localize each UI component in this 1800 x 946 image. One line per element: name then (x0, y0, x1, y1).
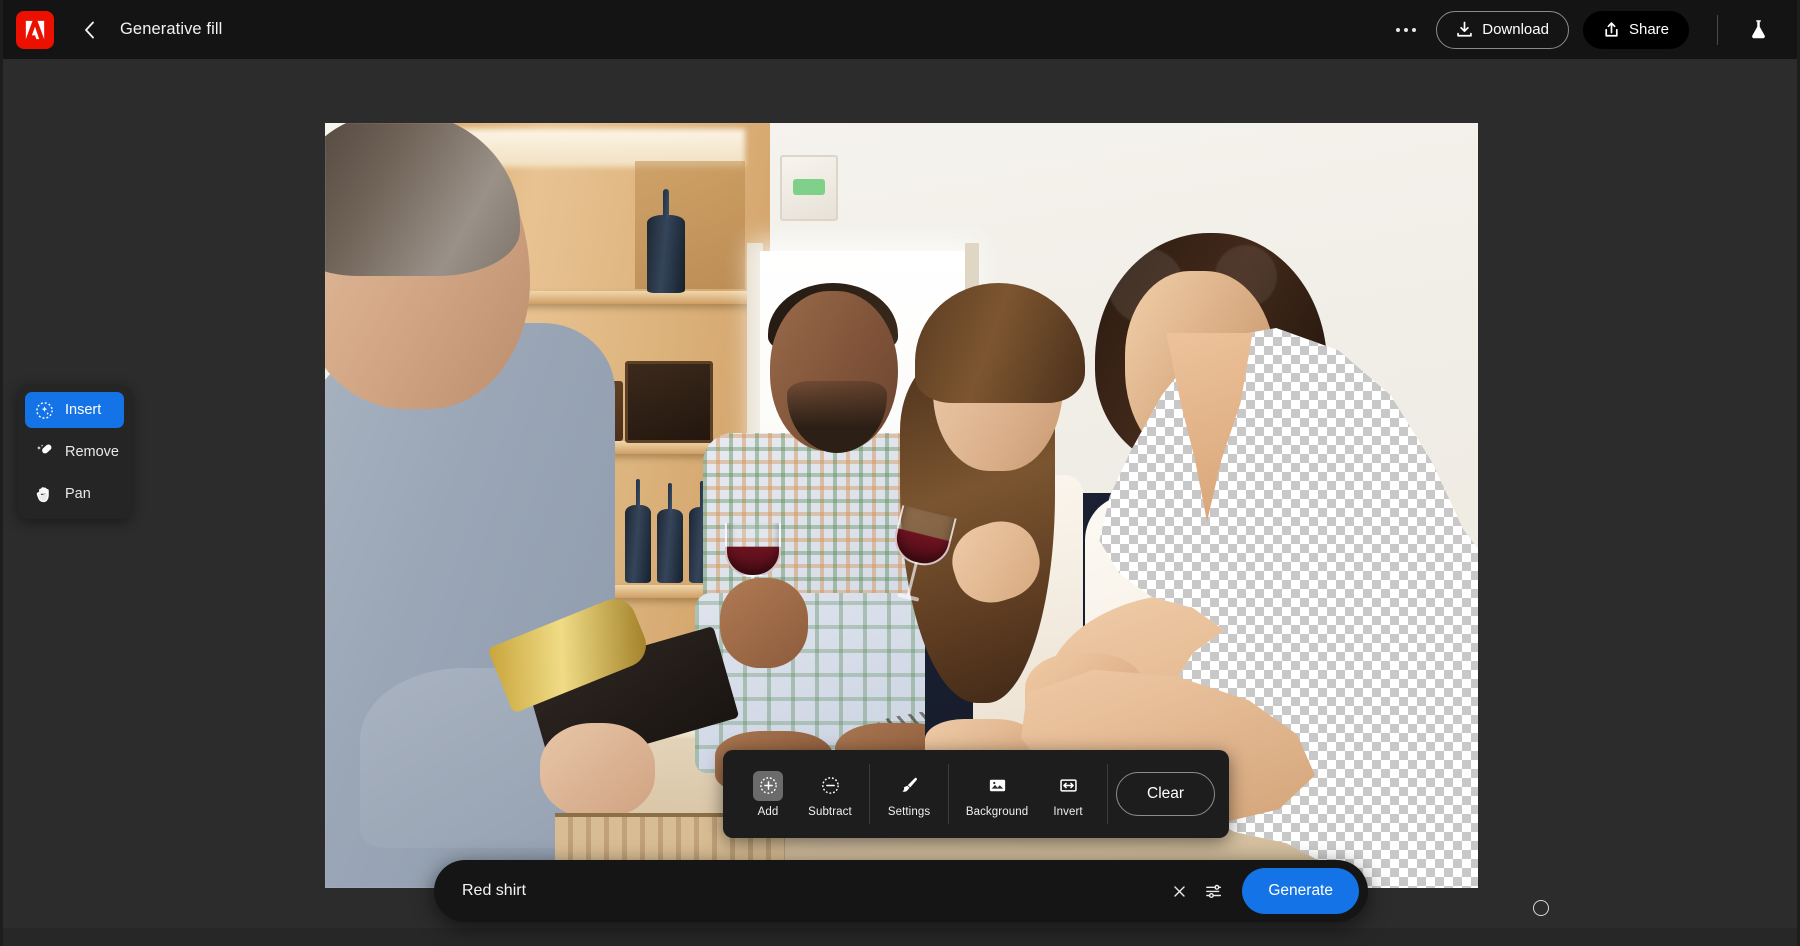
invert-selection-icon (1053, 771, 1083, 801)
left-edge-strip (0, 0, 3, 946)
brush-circle-cursor (1533, 900, 1549, 916)
mask-background-button[interactable]: Background (957, 759, 1037, 829)
mask-settings-label: Settings (888, 806, 930, 818)
insert-sparkle-icon (35, 401, 54, 420)
generative-fill-app: Generative fill Download Share (0, 0, 1800, 946)
back-button[interactable] (72, 13, 106, 47)
tool-pan[interactable]: Pan (25, 476, 124, 512)
mask-settings-button[interactable]: Settings (878, 759, 940, 829)
top-app-bar: Generative fill Download Share (0, 0, 1800, 59)
prompt-input[interactable] (462, 882, 1162, 900)
toolbar-divider-2 (948, 764, 949, 824)
download-icon (1456, 21, 1473, 38)
prompt-settings-button[interactable] (1196, 874, 1230, 908)
more-options-button[interactable] (1388, 13, 1424, 47)
brush-settings-icon (894, 771, 924, 801)
beta-flask-button[interactable] (1740, 12, 1776, 48)
ellipsis-icon (1396, 28, 1416, 32)
share-icon (1603, 21, 1620, 38)
share-button[interactable]: Share (1583, 11, 1689, 49)
clear-prompt-button[interactable] (1162, 874, 1196, 908)
mask-invert-label: Invert (1053, 806, 1082, 818)
page-title: Generative fill (120, 20, 222, 39)
bottom-edge-strip (0, 928, 1800, 946)
tool-insert-label: Insert (65, 402, 101, 418)
tool-panel: Insert Remove Pan (18, 385, 131, 519)
topbar-divider (1717, 15, 1718, 45)
download-button[interactable]: Download (1436, 11, 1569, 49)
add-selection-icon (753, 771, 783, 801)
subtract-selection-icon (815, 771, 845, 801)
mask-subtract-button[interactable]: Subtract (799, 759, 861, 829)
mask-subtract-label: Subtract (808, 806, 852, 818)
sliders-settings-icon (1204, 882, 1223, 901)
toolbar-divider-3 (1107, 764, 1108, 824)
prompt-bar: Generate (434, 860, 1368, 922)
share-label: Share (1629, 21, 1669, 38)
background-image-icon (982, 771, 1012, 801)
tool-remove[interactable]: Remove (25, 434, 124, 470)
close-x-icon (1172, 884, 1187, 899)
download-label: Download (1482, 21, 1549, 38)
flask-icon (1747, 18, 1770, 41)
adobe-logo[interactable] (16, 11, 54, 49)
mask-background-label: Background (966, 806, 1028, 818)
remove-healing-brush-icon (35, 443, 54, 462)
mask-invert-button[interactable]: Invert (1037, 759, 1099, 829)
mask-add-button[interactable]: Add (737, 759, 799, 829)
generate-button[interactable]: Generate (1242, 868, 1359, 914)
toolbar-divider-1 (869, 764, 870, 824)
mask-toolbar: Add Subtract Settings (723, 750, 1229, 838)
clear-selection-button[interactable]: Clear (1116, 772, 1215, 816)
tool-pan-label: Pan (65, 486, 91, 502)
tool-insert[interactable]: Insert (25, 392, 124, 428)
tool-remove-label: Remove (65, 444, 119, 460)
mask-add-label: Add (758, 806, 779, 818)
pan-hand-icon (35, 485, 54, 504)
